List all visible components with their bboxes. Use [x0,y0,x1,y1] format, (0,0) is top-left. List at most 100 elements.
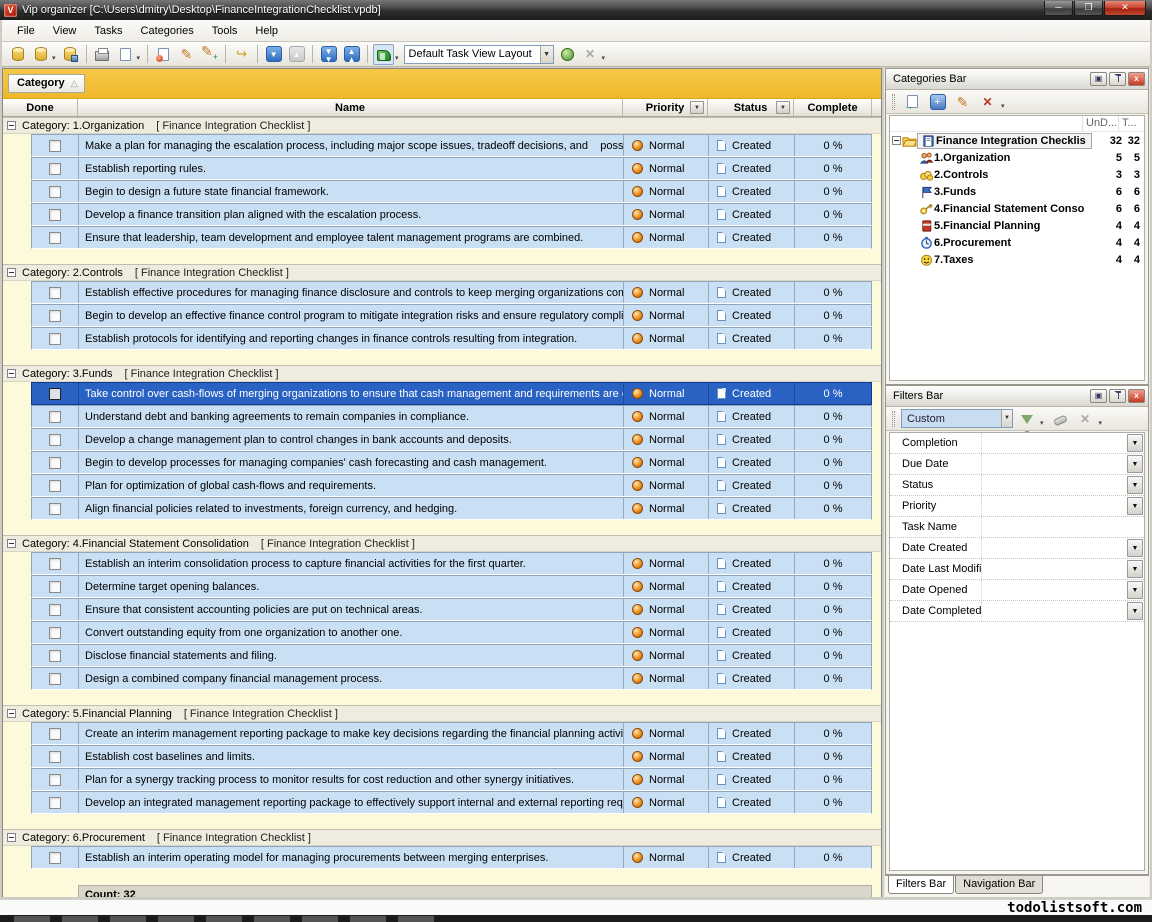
collapse-expander-icon[interactable] [7,833,16,842]
task-row[interactable]: Establish protocols for identifying and … [31,327,872,350]
pin-panel-icon[interactable] [1109,389,1126,403]
tree-item[interactable]: 3.Funds66 [890,183,1144,200]
task-row[interactable]: Convert outstanding equity from one orga… [31,621,872,644]
done-checkbox[interactable] [49,627,61,639]
category-group-row[interactable]: Category: 6.Procurement[ Finance Integra… [3,829,881,846]
task-row[interactable]: Align financial policies related to inve… [31,497,872,520]
done-checkbox[interactable] [49,581,61,593]
task-row[interactable]: Establish cost baselines and limits.Norm… [31,745,872,768]
task-row[interactable]: Establish an interim consolidation proce… [31,552,872,575]
group-by-category-button[interactable]: Category △ [8,74,85,93]
menu-item-tools[interactable]: Tools [203,22,247,40]
collapse-expander-icon[interactable] [7,268,16,277]
task-row[interactable]: Design a combined company financial mana… [31,667,872,690]
restore-button[interactable]: ❐ [1074,1,1103,16]
print-button[interactable] [92,44,113,65]
done-checkbox[interactable] [49,232,61,244]
task-row[interactable]: Develop a change management plan to cont… [31,428,872,451]
done-checkbox[interactable] [49,650,61,662]
tree-item[interactable]: 7.Taxes44 [890,251,1144,268]
tree-item[interactable]: 2.Controls33 [890,166,1144,183]
delete-filter-button[interactable]: ✕ [1075,408,1096,429]
done-checkbox[interactable] [49,673,61,685]
collapse-expander-icon[interactable] [7,121,16,130]
task-row[interactable]: Take control over cash-flows of merging … [31,382,872,405]
done-checkbox[interactable] [49,411,61,423]
new-task-button[interactable] [153,44,174,65]
done-checkbox[interactable] [49,434,61,446]
column-header-priority[interactable]: Priority▼ [623,99,708,116]
print-preview-button[interactable] [115,44,136,65]
category-group-row[interactable]: Category: 1.Organization[ Finance Integr… [3,117,881,134]
menu-item-tasks[interactable]: Tasks [85,22,131,40]
done-checkbox[interactable] [49,287,61,299]
open-database-button[interactable] [30,44,51,65]
assign-task-button[interactable]: ↪ [231,44,252,65]
done-checkbox[interactable] [49,333,61,345]
category-group-row[interactable]: Category: 5.Financial Planning[ Finance … [3,705,881,722]
move-up-button[interactable]: ▲ [286,44,307,65]
task-row[interactable]: Establish reporting rules.NormalCreated0… [31,157,872,180]
taskbar-window-block[interactable] [350,916,386,922]
done-checkbox[interactable] [49,774,61,786]
filter-dropdown-icon[interactable]: ▼ [1127,539,1143,557]
collapse-all-button[interactable]: ▲▲ [341,44,362,65]
task-row[interactable]: Establish an interim operating model for… [31,846,872,869]
taskbar-window-block[interactable] [110,916,146,922]
task-row[interactable]: Create an interim management reporting p… [31,722,872,745]
filter-dropdown-icon[interactable]: ▼ [1127,434,1143,452]
done-checkbox[interactable] [49,388,61,400]
done-checkbox[interactable] [49,558,61,570]
column-header-status[interactable]: Status▼ [708,99,794,116]
menu-item-view[interactable]: View [44,22,86,40]
save-database-button[interactable] [60,44,81,65]
filter-dropdown-icon[interactable]: ▼ [1127,497,1143,515]
taskbar-window-block[interactable] [62,916,98,922]
clear-filter-button[interactable] [1050,408,1071,429]
menu-item-file[interactable]: File [8,22,44,40]
done-checkbox[interactable] [49,310,61,322]
done-checkbox[interactable] [49,852,61,864]
menu-item-help[interactable]: Help [246,22,287,40]
task-row[interactable]: Understand debt and banking agreements t… [31,405,872,428]
task-row[interactable]: Disclose financial statements and filing… [31,644,872,667]
combo-dropdown-icon[interactable]: ▼ [1001,410,1012,427]
dock-tab-navigation-bar[interactable]: Navigation Bar [955,876,1043,894]
task-row[interactable]: Develop an integrated management reporti… [31,791,872,814]
done-checkbox[interactable] [49,797,61,809]
task-row[interactable]: Determine target opening balances.Normal… [31,575,872,598]
done-checkbox[interactable] [49,209,61,221]
task-row[interactable]: Develop a finance transition plan aligne… [31,203,872,226]
task-row[interactable]: Ensure that leadership, team development… [31,226,872,249]
filter-dropdown-icon[interactable]: ▼ [1127,602,1143,620]
filter-dropdown-icon[interactable]: ▼ [1127,560,1143,578]
close-button[interactable]: ✕ [1104,1,1146,16]
task-row[interactable]: Plan for optimization of global cash-flo… [31,474,872,497]
taskbar-window-block[interactable] [206,916,242,922]
collapse-expander-icon[interactable] [7,709,16,718]
dropdown-caret-icon[interactable]: ▾ [137,54,141,62]
task-row[interactable]: Begin to develop processes for managing … [31,451,872,474]
column-filter-dropdown-icon[interactable]: ▼ [776,101,790,114]
tree-item-root[interactable]: Finance Integration Checklis3232 [890,132,1144,149]
expand-all-button[interactable]: ▼▼ [318,44,339,65]
done-checkbox[interactable] [49,186,61,198]
done-checkbox[interactable] [49,751,61,763]
filter-preset-combo[interactable]: Custom▼ [901,409,1013,428]
taskbar-window-block[interactable] [254,916,290,922]
category-group-row[interactable]: Category: 4.Financial Statement Consolid… [3,535,881,552]
category-group-row[interactable]: Category: 2.Controls[ Finance Integratio… [3,264,881,281]
column-filter-dropdown-icon[interactable]: ▼ [690,101,704,114]
tree-item[interactable]: 4.Financial Statement Conso66 [890,200,1144,217]
tree-item[interactable]: 6.Procurement44 [890,234,1144,251]
combo-dropdown-icon[interactable]: ▼ [540,46,553,63]
tree-expander-icon[interactable] [892,136,901,145]
tree-item[interactable]: 5.Financial Planning44 [890,217,1144,234]
pin-panel-icon[interactable] [1109,72,1126,86]
dock-tab-filters-bar[interactable]: Filters Bar [888,876,954,894]
category-group-row[interactable]: Category: 3.Funds[ Finance Integration C… [3,365,881,382]
new-checklist-button[interactable] [902,91,923,112]
dropdown-caret-icon[interactable]: ▾ [52,54,56,62]
task-view-layout-combo[interactable]: Default Task View Layout▼ [404,45,554,64]
close-panel-icon[interactable]: x [1128,72,1145,86]
